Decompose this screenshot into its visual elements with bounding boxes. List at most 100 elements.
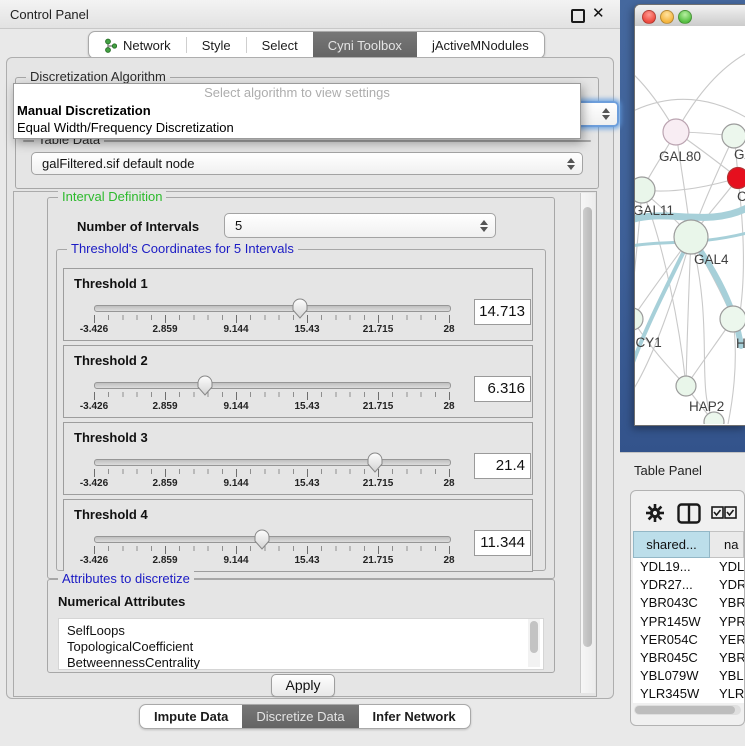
- table-rows[interactable]: YDL19...YDL1YDR27...YDR2YBR043CYBR0YPR14…: [633, 558, 744, 703]
- slider-major-ticks: [94, 392, 451, 400]
- attributes-scrollbar[interactable]: [528, 619, 540, 667]
- scale-label: 9.144: [223, 401, 248, 412]
- zoom-traffic-light-icon[interactable]: [678, 10, 692, 24]
- close-traffic-light-icon[interactable]: [642, 10, 656, 24]
- table-row[interactable]: YER054CYER0: [633, 631, 744, 649]
- tab-network[interactable]: Network: [89, 32, 186, 58]
- scale-label: 21.715: [363, 324, 394, 335]
- tab-infer-network[interactable]: Infer Network: [359, 705, 470, 728]
- split-columns-icon[interactable]: [677, 503, 701, 524]
- cell-shared-name[interactable]: YBL079W: [633, 667, 715, 685]
- cell-name[interactable]: YLR3: [715, 685, 744, 703]
- attribute-list-item[interactable]: TopologicalCoefficient: [59, 639, 543, 655]
- threshold-value-field[interactable]: 14.713: [474, 299, 531, 325]
- slider-thumb[interactable]: [292, 298, 308, 319]
- table-row[interactable]: YBL079WYBL0: [633, 667, 744, 685]
- column-header-shared-name[interactable]: shared...: [633, 531, 710, 558]
- node-gcy1[interactable]: [635, 308, 643, 330]
- table-panel-title: Table Panel: [634, 463, 702, 478]
- threshold-value-field[interactable]: 11.344: [474, 530, 531, 556]
- node-gal11[interactable]: [635, 177, 655, 203]
- threshold-panel: Threshold 4 -3.4262.8599.14415.4321.7152…: [63, 499, 533, 572]
- attribute-list-item[interactable]: BetweennessCentrality: [59, 655, 543, 670]
- attribute-list-item[interactable]: SelfLoops: [59, 623, 543, 639]
- group-legend: Interval Definition: [58, 189, 166, 204]
- cell-name[interactable]: YDL1: [715, 558, 744, 576]
- number-of-intervals-label: Number of Intervals: [77, 219, 199, 234]
- scale-label: 9.144: [223, 324, 248, 335]
- number-of-intervals-combobox[interactable]: 5: [224, 213, 496, 238]
- scale-label: 2.859: [152, 478, 177, 489]
- cell-shared-name[interactable]: YLR345W: [633, 685, 715, 703]
- tab-impute-data[interactable]: Impute Data: [140, 705, 242, 728]
- vertical-scrollbar[interactable]: [580, 193, 595, 693]
- apply-button[interactable]: Apply: [271, 674, 335, 697]
- cell-name[interactable]: YER0: [715, 631, 744, 649]
- group-table-data: Table Data: [23, 140, 591, 142]
- cell-shared-name[interactable]: YDL19...: [633, 558, 715, 576]
- node-label-gal80: GAL80: [659, 149, 701, 164]
- tab-style[interactable]: Style: [187, 32, 246, 58]
- cell-name[interactable]: YBL0: [715, 667, 744, 685]
- group-attributes-to-discretize: Attributes to discretize Numerical Attri…: [47, 579, 555, 673]
- node-red-selected[interactable]: [728, 168, 745, 189]
- cell-shared-name[interactable]: YBR045C: [633, 649, 715, 667]
- table-row[interactable]: YPR145WYPR1: [633, 613, 744, 631]
- numerical-attributes-list[interactable]: SelfLoopsTopologicalCoefficientBetweenne…: [58, 618, 544, 670]
- top-tab-bar: Network Style Select Cyni Toolbox jActiv…: [88, 31, 545, 59]
- scrollbar-thumb[interactable]: [530, 621, 538, 653]
- threshold-value-field[interactable]: 6.316: [474, 376, 531, 402]
- node-hap2[interactable]: [676, 376, 696, 396]
- cell-name[interactable]: YPR1: [715, 613, 744, 631]
- cell-name[interactable]: YBR0: [715, 594, 744, 612]
- cell-shared-name[interactable]: YDR27...: [633, 576, 715, 594]
- gear-icon[interactable]: [645, 503, 665, 523]
- table-data-combobox[interactable]: galFiltered.sif default node: [31, 152, 583, 175]
- group-threshold-coordinates: Threshold's Coordinates for 5 Intervals …: [56, 249, 546, 571]
- tab-jactivemnodules[interactable]: jActiveMNodules: [417, 32, 544, 58]
- popup-item-manual-discretization[interactable]: Manual Discretization: [14, 102, 580, 119]
- table-row[interactable]: YBR043CYBR0: [633, 594, 744, 612]
- node-gal4[interactable]: [674, 220, 708, 254]
- slider-thumb[interactable]: [367, 452, 383, 473]
- scrollbar-thumb[interactable]: [635, 706, 735, 714]
- table-row[interactable]: YLR345WYLR3: [633, 685, 744, 703]
- threshold-slider[interactable]: [94, 305, 451, 312]
- node-label-h: H: [736, 336, 745, 351]
- close-icon[interactable]: ✕: [592, 5, 605, 23]
- threshold-panel: Threshold 3 -3.4262.8599.14415.4321.7152…: [63, 422, 533, 495]
- threshold-slider[interactable]: [94, 536, 451, 543]
- cell-shared-name[interactable]: YBR043C: [633, 594, 715, 612]
- tab-select[interactable]: Select: [247, 32, 313, 58]
- network-canvas[interactable]: GAL80 GA C GAL11 GAL4 GCY1 H HAP2: [635, 26, 745, 424]
- slider-thumb[interactable]: [197, 375, 213, 396]
- column-header-name[interactable]: na: [710, 531, 744, 558]
- tab-label: Cyni Toolbox: [328, 38, 402, 53]
- node-h[interactable]: [720, 306, 745, 332]
- scrollbar-thumb[interactable]: [583, 207, 592, 647]
- threshold-slider[interactable]: [94, 459, 451, 466]
- network-graph: GAL80 GA C GAL11 GAL4 GCY1 H HAP2: [635, 26, 745, 424]
- node-green-top-right[interactable]: [722, 124, 745, 148]
- cell-shared-name[interactable]: YPR145W: [633, 613, 715, 631]
- cell-shared-name[interactable]: YER054C: [633, 631, 715, 649]
- threshold-value-field[interactable]: 21.4: [474, 453, 531, 479]
- popup-item-equal-width[interactable]: Equal Width/Frequency Discretization: [14, 119, 580, 136]
- table-row[interactable]: YDL19...YDL1: [633, 558, 744, 576]
- threshold-slider[interactable]: [94, 382, 451, 389]
- minimize-traffic-light-icon[interactable]: [660, 10, 674, 24]
- cell-name[interactable]: YBR0: [715, 649, 744, 667]
- scale-label: 15.43: [294, 324, 319, 335]
- checkbox-columns-icon[interactable]: [711, 506, 737, 519]
- tab-cyni-toolbox[interactable]: Cyni Toolbox: [313, 32, 417, 58]
- cell-name[interactable]: YDR2: [715, 576, 744, 594]
- slider-thumb[interactable]: [254, 529, 270, 550]
- table-row[interactable]: YDR27...YDR2: [633, 576, 744, 594]
- group-legend: Attributes to discretize: [58, 571, 194, 586]
- horizontal-scrollbar[interactable]: [634, 705, 741, 715]
- float-window-icon[interactable]: [571, 9, 585, 23]
- node-pink[interactable]: [663, 119, 689, 145]
- tab-discretize-data[interactable]: Discretize Data: [242, 705, 358, 728]
- table-row[interactable]: YBR045CYBR0: [633, 649, 744, 667]
- combo-value: galFiltered.sif default node: [42, 156, 194, 171]
